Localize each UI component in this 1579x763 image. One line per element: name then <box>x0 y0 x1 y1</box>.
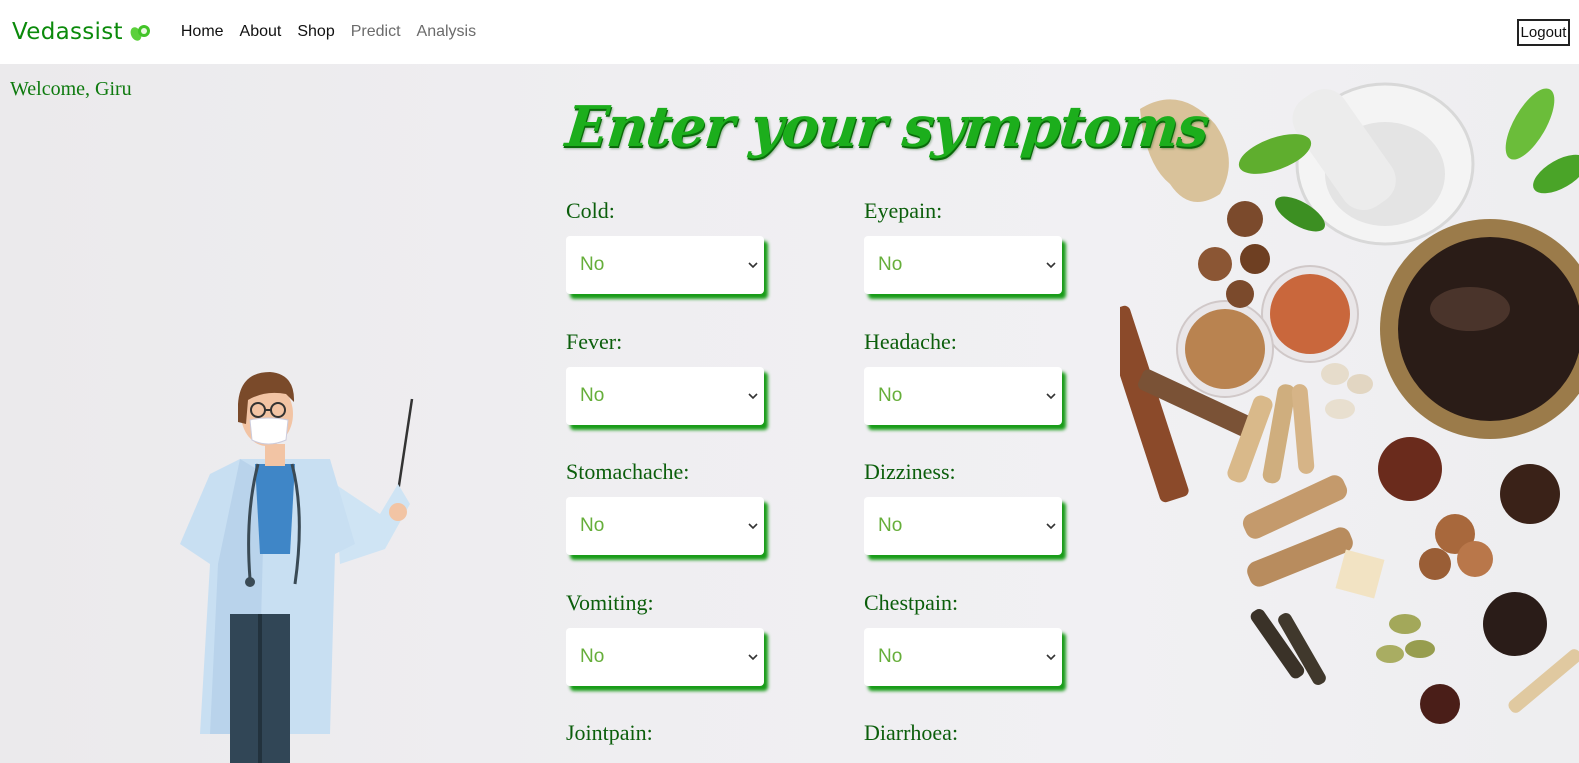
welcome-message: Welcome, Giru <box>10 78 132 100</box>
select-value: No <box>580 515 605 536</box>
field-chestpain: Chestpain: No <box>864 590 1064 686</box>
cold-select[interactable]: No <box>566 236 764 294</box>
pill-logo-icon <box>130 25 150 41</box>
page-title: Enter your symptoms <box>562 94 1211 160</box>
chevron-down-icon <box>748 523 758 530</box>
chevron-down-icon <box>748 393 758 400</box>
field-label: Vomiting: <box>566 590 654 615</box>
dizziness-select[interactable]: No <box>864 497 1062 555</box>
main-stage: Welcome, Giru Enter your symptoms <box>0 64 1579 763</box>
chevron-down-icon <box>1046 262 1056 269</box>
chevron-down-icon <box>1046 393 1056 400</box>
field-label: Diarrhoea: <box>864 720 959 745</box>
field-cold: Cold: No <box>566 198 766 294</box>
nav-analysis[interactable]: Analysis <box>417 23 477 41</box>
ayurvedic-herbs-image <box>1120 82 1579 724</box>
field-eyepain: Eyepain: No <box>864 198 1064 294</box>
select-value: No <box>878 254 903 275</box>
eyepain-select[interactable]: No <box>864 236 1062 294</box>
select-value: No <box>580 254 605 275</box>
field-jointpain: Jointpain: <box>566 720 766 750</box>
navbar: Vedassist Home About Shop Predict Analys… <box>0 0 1579 64</box>
select-value: No <box>878 646 903 667</box>
field-diarrhoea: Diarrhoea: <box>864 720 1064 750</box>
field-headache: Headache: No <box>864 329 1064 425</box>
chestpain-select[interactable]: No <box>864 628 1062 686</box>
field-vomiting: Vomiting: No <box>566 590 766 686</box>
stomachache-select[interactable]: No <box>566 497 764 555</box>
field-label: Eyepain: <box>864 198 943 223</box>
field-label: Stomachache: <box>566 459 690 484</box>
chevron-down-icon <box>748 262 758 269</box>
field-dizziness: Dizziness: No <box>864 459 1064 555</box>
select-value: No <box>878 385 903 406</box>
headache-select[interactable]: No <box>864 367 1062 425</box>
field-label: Dizziness: <box>864 459 956 484</box>
select-value: No <box>878 515 903 536</box>
vomiting-select[interactable]: No <box>566 628 764 686</box>
nav-predict[interactable]: Predict <box>351 23 401 41</box>
chevron-down-icon <box>1046 523 1056 530</box>
field-label: Chestpain: <box>864 590 959 615</box>
nav-home[interactable]: Home <box>181 23 224 41</box>
select-value: No <box>580 646 605 667</box>
chevron-down-icon <box>1046 654 1056 661</box>
nav-shop[interactable]: Shop <box>297 23 334 41</box>
select-value: No <box>580 385 605 406</box>
field-label: Jointpain: <box>566 720 653 745</box>
field-fever: Fever: No <box>566 329 766 425</box>
chevron-down-icon <box>748 654 758 661</box>
brand-name: Vedassist <box>12 19 123 45</box>
field-label: Cold: <box>566 198 615 223</box>
field-stomachache: Stomachache: No <box>566 459 766 555</box>
brand[interactable]: Vedassist <box>12 19 151 45</box>
fever-select[interactable]: No <box>566 367 764 425</box>
nav-links: Home About Shop Predict Analysis <box>181 23 476 41</box>
doctor-illustration <box>180 372 414 763</box>
field-label: Headache: <box>864 329 957 354</box>
logout-button[interactable]: Logout <box>1517 19 1570 46</box>
field-label: Fever: <box>566 329 623 354</box>
nav-about[interactable]: About <box>240 23 282 41</box>
